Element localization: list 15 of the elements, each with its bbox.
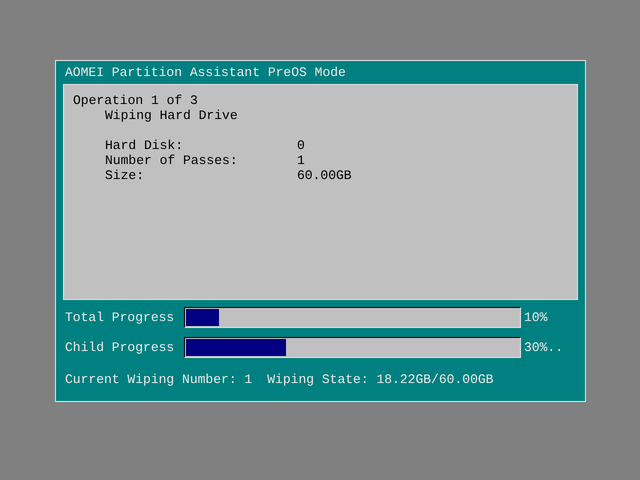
- detail-label: Hard Disk:: [105, 138, 184, 153]
- detail-value: 0: [297, 138, 305, 153]
- progress-label: Child Progress: [65, 340, 176, 355]
- wiping-state: Wiping State: 18.22GB/60.00GB: [267, 372, 494, 387]
- window-title: AOMEI Partition Assistant PreOS Mode: [64, 64, 347, 82]
- operation-task: Wiping Hard Drive: [105, 108, 238, 123]
- detail-value: 1: [297, 153, 305, 168]
- operation-heading: Operation 1 of 3: [73, 93, 198, 108]
- wiping-number: Current Wiping Number: 1: [65, 372, 252, 387]
- detail-label: Number of Passes:: [105, 153, 238, 168]
- progress-label: Total Progress: [65, 310, 176, 325]
- progress-reading: 10%: [524, 310, 548, 325]
- detail-label: Size:: [105, 168, 144, 183]
- progress-reading: 30%..: [524, 340, 564, 355]
- detail-value: 60.00GB: [297, 168, 352, 183]
